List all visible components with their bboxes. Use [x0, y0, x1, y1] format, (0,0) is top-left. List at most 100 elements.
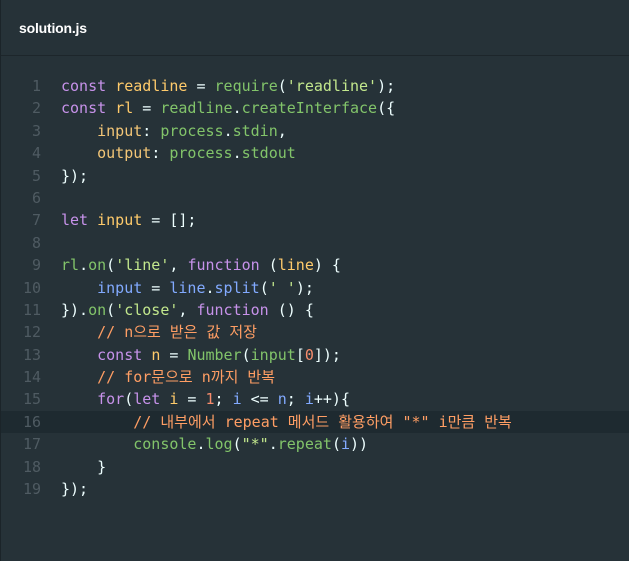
code-line[interactable]: 19});	[1, 478, 629, 500]
code-token: input	[97, 278, 143, 297]
code-line[interactable]: 17 console.log("*".repeat(i))	[1, 433, 629, 455]
line-source: });	[61, 478, 88, 500]
code-token: (	[106, 256, 116, 275]
code-token: .	[205, 278, 215, 297]
code-line[interactable]: 11 }).on('close', function () {	[1, 299, 629, 321]
line-number: 5	[31, 166, 41, 185]
code-token: createInterface	[241, 99, 378, 118]
line-source: }).on('close', function () {	[61, 299, 314, 321]
code-token: rl	[61, 256, 80, 275]
code-token: stdin	[232, 121, 278, 140]
file-title: solution.js	[19, 19, 87, 36]
code-token: const	[97, 345, 152, 364]
code-token: (	[331, 435, 341, 454]
code-token: 'line'	[115, 256, 170, 275]
code-token: ) {	[313, 256, 341, 275]
line-source: input: process.stdin,	[61, 120, 287, 142]
line-source: rl.on('line', function (line) {	[61, 254, 341, 276]
code-token: input	[97, 211, 143, 230]
code-token: (	[259, 256, 278, 275]
code-line[interactable]: 9 rl.on('line', function (line) {	[1, 254, 629, 276]
line-number: 8	[31, 233, 41, 252]
code-line[interactable]: 12 // n으로 받은 값 저장	[1, 321, 629, 343]
code-token: (	[277, 77, 287, 95]
code-token: on	[88, 300, 107, 319]
code-token: ,	[169, 256, 188, 275]
code-token: ]);	[313, 345, 341, 364]
line-number: 11	[22, 300, 41, 319]
code-token: 0	[304, 345, 314, 364]
code-token: function	[196, 300, 269, 319]
code-line[interactable]: 4 output: process.stdout	[1, 142, 629, 164]
code-line[interactable]: 7 let input = [];	[1, 209, 629, 231]
line-source: console.log("*".repeat(i))	[61, 433, 368, 455]
line-source: output: process.stdout	[61, 142, 296, 164]
code-line[interactable]: 14 // for문으로 n까지 반복	[1, 366, 629, 388]
code-area[interactable]: 1 const readline = require('readline'); 2 c…	[1, 75, 629, 500]
code-token: }	[61, 457, 107, 476]
code-line[interactable]: 13 const n = Number(input[0]);	[1, 344, 629, 366]
code-token: i	[304, 390, 314, 409]
code-line[interactable]: 10 input = line.split(' ');	[1, 277, 629, 299]
code-token: process	[169, 144, 233, 163]
line-number: 7	[31, 211, 41, 230]
code-line[interactable]: 1 const readline = require('readline');	[1, 75, 629, 97]
line-number: 1	[31, 77, 41, 95]
code-token: n	[277, 390, 287, 409]
code-token: split	[214, 278, 260, 297]
code-token: // 내부에서 repeat 메서드 활용하여 "*" i만큼 반복	[133, 412, 512, 431]
line-number: 19	[22, 480, 41, 499]
line-source: // 내부에서 repeat 메서드 활용하여 "*" i만큼 반복	[61, 411, 512, 433]
code-line[interactable]: 16 // 내부에서 repeat 메서드 활용하여 "*" i만큼 반복	[1, 410, 629, 434]
line-number: 18	[22, 457, 41, 476]
code-line[interactable]: 15 for(let i = 1; i <= n; i++){	[1, 388, 629, 410]
code-token: =	[187, 77, 215, 95]
code-token: [	[295, 345, 305, 364]
code-token: console	[133, 435, 197, 454]
code-token: (	[259, 278, 269, 297]
code-token: }).	[61, 300, 89, 319]
code-token: 'readline'	[286, 77, 378, 95]
line-number: 4	[31, 144, 41, 163]
code-line[interactable]: 5});	[1, 165, 629, 187]
code-line[interactable]: 6	[1, 187, 629, 209]
line-number: 10	[22, 278, 41, 297]
line-source: input = line.split(' ');	[61, 277, 314, 299]
line-source: // n으로 받은 값 저장	[61, 321, 257, 343]
code-token: const	[61, 77, 116, 95]
code-token: rl	[115, 99, 134, 118]
code-token: );	[377, 77, 396, 95]
line-number: 6	[31, 188, 41, 207]
code-token: .	[79, 256, 89, 275]
line-number: 17	[22, 435, 41, 454]
code-token: (	[241, 345, 251, 364]
code-token: .	[232, 99, 242, 118]
code-editor: solution.js 1 const readline = require('r…	[0, 0, 629, 561]
line-number: 14	[22, 368, 41, 387]
code-token: (	[124, 390, 134, 409]
code-token: ,	[277, 121, 287, 140]
code-token: ' '	[268, 278, 296, 297]
code-line[interactable]: 3 input: process.stdin,	[1, 120, 629, 142]
code-token: (	[232, 435, 242, 454]
code-line[interactable]: 8	[1, 232, 629, 254]
code-line[interactable]: 2 const rl = readline.createInterface({	[1, 97, 629, 119]
line-source: });	[61, 165, 88, 187]
code-token: =	[178, 390, 206, 409]
code-token: ({	[377, 99, 396, 118]
code-token: ,	[178, 300, 197, 319]
line-number: 2	[31, 99, 41, 118]
line-source: for(let i = 1; i <= n; i++){	[61, 388, 350, 410]
code-token: "*"	[241, 435, 269, 454]
code-token: .	[196, 435, 206, 454]
code-token: ;	[214, 390, 233, 409]
code-token: require	[214, 77, 278, 95]
code-token: line	[169, 278, 206, 297]
code-line[interactable]: 18 }	[1, 456, 629, 478]
